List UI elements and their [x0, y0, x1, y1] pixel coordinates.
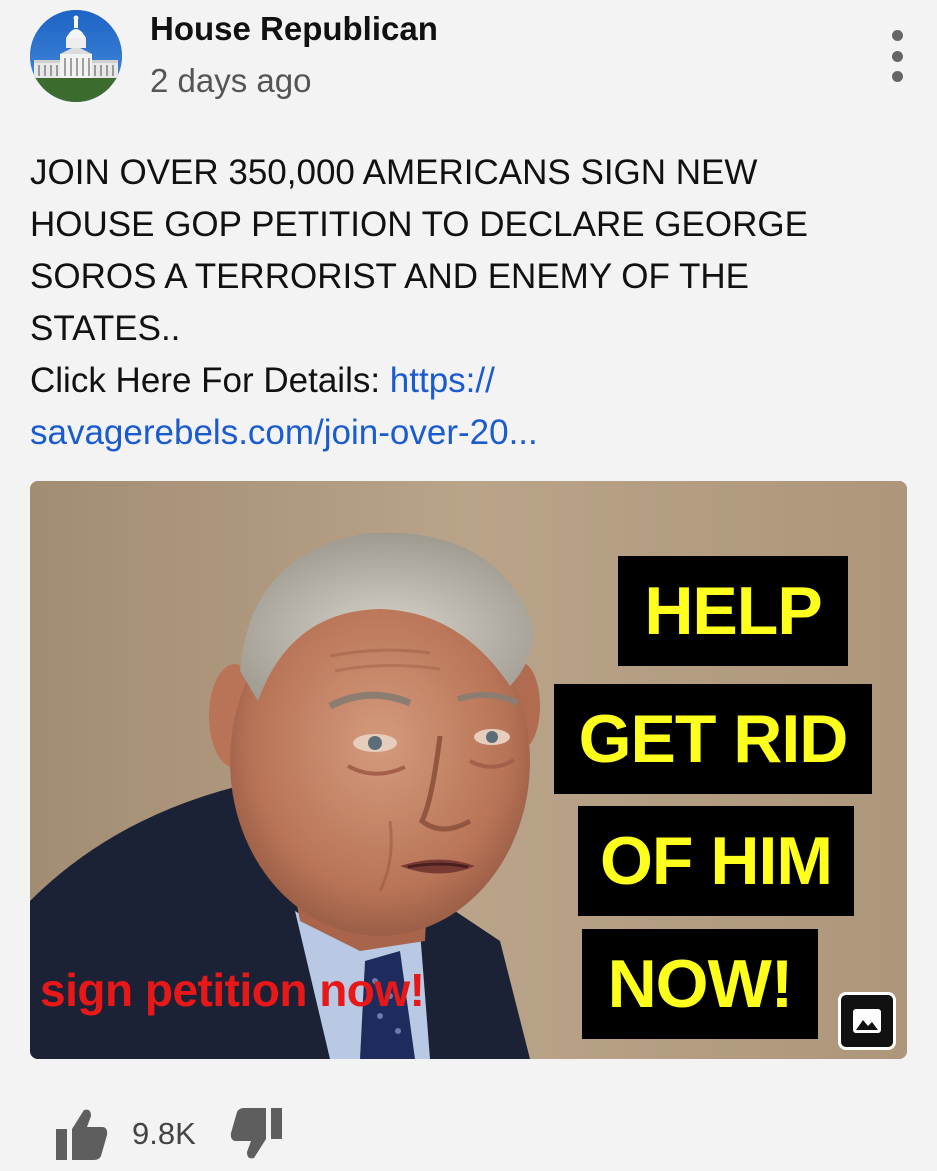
details-link-continued[interactable]: savagerebels.com/join-over-20... [30, 413, 538, 452]
post-text-line: STATES.. [30, 309, 181, 348]
like-count: 9.8K [132, 1116, 196, 1151]
image-icon [853, 1009, 881, 1033]
banner-text: GET RID [554, 684, 872, 794]
post-text-line: SOROS A TERRORIST AND ENEMY OF THE [30, 257, 749, 296]
petition-caption: sign petition now! [40, 964, 425, 1016]
post-text-line: HOUSE GOP PETITION TO DECLARE GEORGE [30, 205, 808, 244]
more-vert-icon [891, 30, 903, 41]
post-text-line: JOIN OVER 350,000 AMERICANS SIGN NEW [30, 153, 758, 192]
channel-avatar[interactable] [30, 10, 122, 102]
banner-text: OF HIM [578, 806, 854, 916]
community-post: House Republican 2 days ago JOIN OVER 35… [0, 0, 937, 1171]
thumbs-down-icon [230, 1108, 282, 1159]
more-options-button[interactable] [880, 30, 914, 82]
like-button[interactable] [52, 1105, 110, 1163]
details-link[interactable]: https:// [390, 361, 495, 400]
details-line: Click Here For Details: https:// [30, 355, 890, 407]
banner-text: NOW! [582, 929, 818, 1039]
channel-name[interactable]: House Republican [150, 10, 438, 48]
post-timestamp: 2 days ago [150, 62, 312, 99]
image-view-button[interactable] [838, 992, 896, 1050]
post-actions: 9.8K [52, 1105, 286, 1163]
dislike-button[interactable] [228, 1105, 286, 1163]
details-label: Click Here For Details: [30, 361, 390, 400]
thumbs-up-icon [56, 1109, 108, 1160]
post-image[interactable]: HELP GET RID OF HIM NOW! sign petition n… [30, 481, 907, 1059]
post-text: JOIN OVER 350,000 AMERICANS SIGN NEW HOU… [30, 147, 890, 459]
banner-text: HELP [618, 556, 848, 666]
capitol-building-icon [30, 10, 122, 102]
